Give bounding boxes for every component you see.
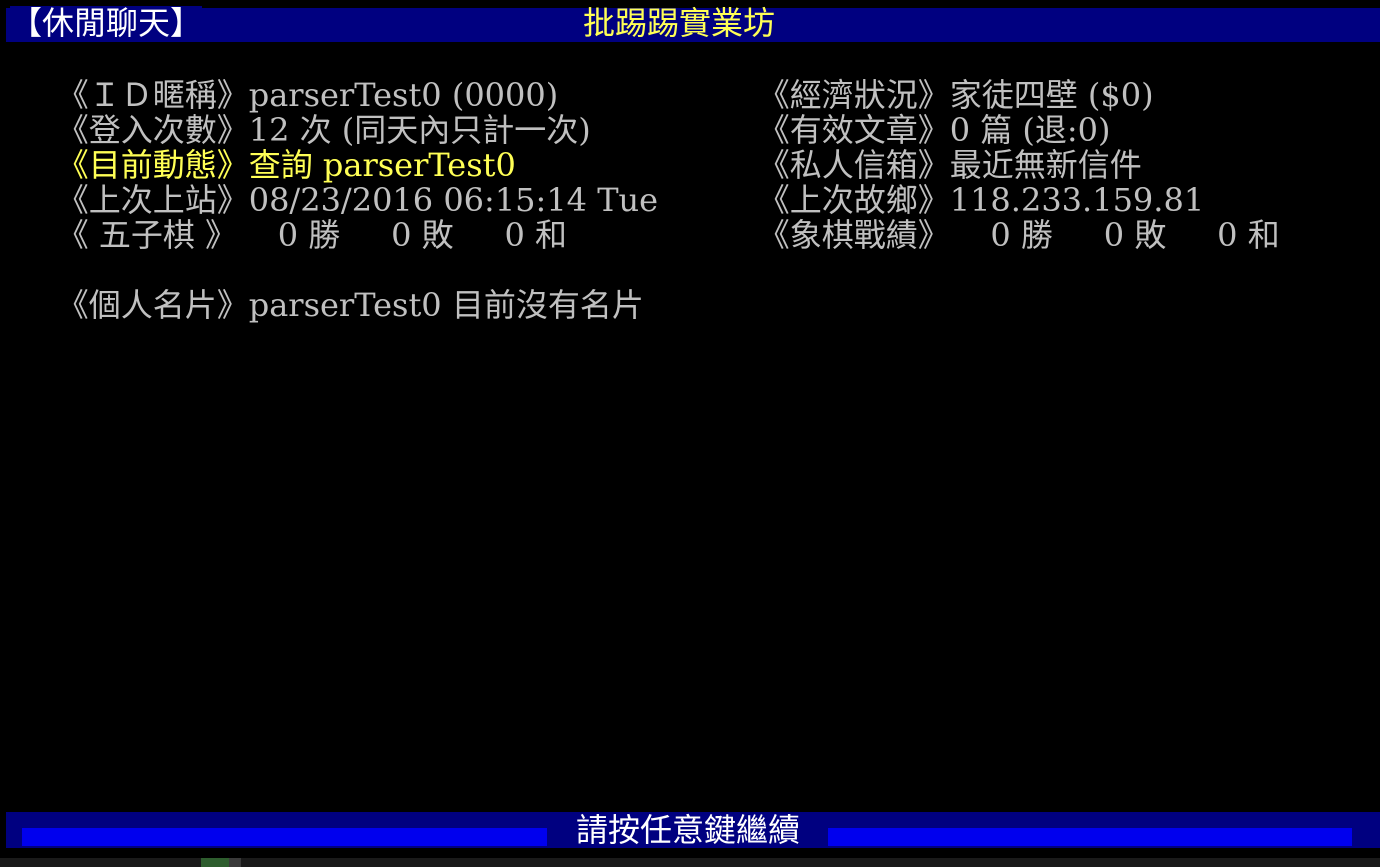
host-status-indicator <box>201 858 229 867</box>
gomoku-record: 0 勝 0 敗 0 和 <box>237 216 568 254</box>
press-any-key-prompt[interactable]: 請按任意鍵繼續 <box>548 812 828 848</box>
prompt-bar-fill-left <box>22 828 547 846</box>
posts-row: 《有效文章》0 篇 (退:0) <box>717 78 1111 148</box>
card-row: 《個人名片》parserTest0 目前沒有名片 <box>16 253 644 323</box>
last-login-row: 《上次上站》08/23/2016 06:15:14 Tue <box>16 148 658 218</box>
activity-row: 《目前動態》查詢 parserTest0 <box>16 113 516 183</box>
chess-row: 《象棋戰績》 0 勝 0 敗 0 和 <box>717 183 1280 253</box>
gomoku-label: 《 五子棋 》 <box>56 216 238 254</box>
logins-row: 《登入次數》12 次 (同天內只計一次) <box>16 78 591 148</box>
last-ip-row: 《上次故鄉》118.233.159.81 <box>717 148 1204 218</box>
id-row: 《ＩＤ暱稱》parserTest0 (0000) <box>16 43 559 113</box>
card-label: 《個人名片》 <box>56 286 249 324</box>
chess-label: 《象棋戰績》 <box>757 216 950 254</box>
terminal-screen: 【休閒聊天】 批踢踢實業坊 《ＩＤ暱稱》parserTest0 (0000) 《… <box>0 0 1380 867</box>
money-row: 《經濟狀況》家徒四壁 ($0) <box>717 43 1154 113</box>
board-title: 批踢踢實業坊 <box>583 4 776 42</box>
section-label: 【休閒聊天】 <box>10 4 203 42</box>
prompt-bar-fill-right <box>828 828 1352 846</box>
mailbox-row: 《私人信箱》最近無新信件 <box>717 113 1142 183</box>
chess-record: 0 勝 0 敗 0 和 <box>949 216 1280 254</box>
gomoku-row: 《 五子棋 》 0 勝 0 敗 0 和 <box>16 183 567 253</box>
card-value: parserTest0 目前沒有名片 <box>248 286 644 324</box>
host-status-indicator-secondary <box>229 858 241 867</box>
